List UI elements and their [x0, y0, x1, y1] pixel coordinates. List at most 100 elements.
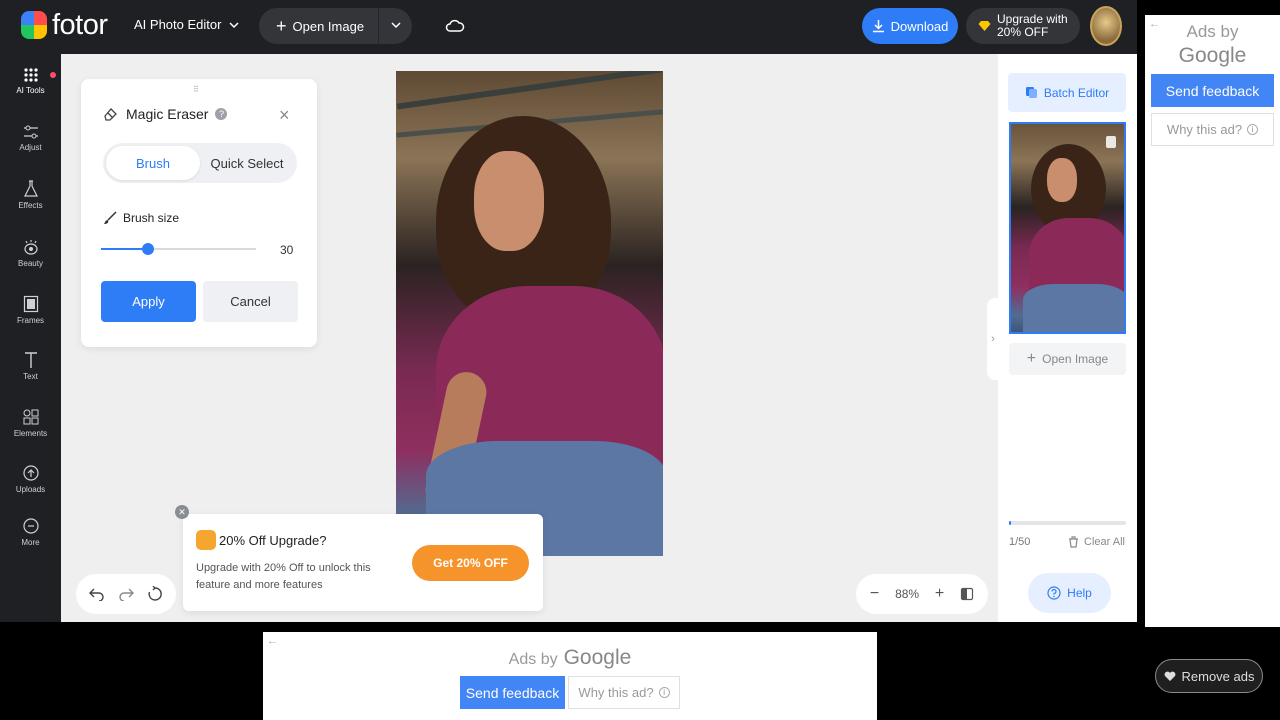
sidebar-item-more[interactable]: More: [0, 517, 61, 547]
promo-title: 20% Off Upgrade?: [219, 533, 327, 548]
app-menu-dropdown[interactable]: AI Photo Editor: [134, 17, 239, 32]
slider-handle[interactable]: [141, 243, 154, 255]
open-image-button[interactable]: + Open Image: [259, 8, 379, 44]
open-image-dropdown[interactable]: [379, 21, 412, 32]
question-icon: [1047, 586, 1061, 600]
zoom-level[interactable]: 88%: [895, 587, 919, 601]
fotor-logo[interactable]: fotor: [21, 9, 108, 41]
trash-icon[interactable]: [1106, 136, 1116, 148]
history-controls: [76, 574, 176, 614]
upload-icon: [22, 465, 39, 481]
eraser-icon: [104, 108, 117, 121]
help-button[interactable]: Help: [1028, 573, 1111, 613]
ads-by-label: Ads by: [1186, 22, 1239, 41]
why-this-ad-button[interactable]: Why this ad? i: [1151, 113, 1274, 146]
image-thumbnail[interactable]: [1009, 122, 1126, 334]
close-icon[interactable]: ×: [279, 106, 295, 124]
remove-ads-button[interactable]: Remove ads: [1155, 659, 1263, 693]
sidebar-item-ai-tools[interactable]: AI Tools: [0, 67, 61, 95]
brush-size-value: 30: [280, 243, 294, 257]
compare-icon[interactable]: [960, 587, 974, 601]
undo-icon[interactable]: [88, 587, 105, 601]
zoom-out-button[interactable]: −: [870, 585, 879, 603]
google-ad-bottom: ← Ads by Google Send feedback Why this a…: [263, 632, 877, 720]
chevron-down-icon: [229, 21, 239, 28]
clear-all-label: Clear All: [1084, 536, 1125, 548]
image-count-progress: [1009, 521, 1126, 525]
help-label: Help: [1067, 586, 1092, 600]
sidebar-item-beauty[interactable]: Beauty: [0, 238, 61, 268]
open-image-group: + Open Image: [259, 8, 412, 44]
reset-icon[interactable]: [147, 586, 163, 602]
crown-icon: [196, 530, 216, 550]
top-bar: fotor AI Photo Editor + Open Image Downl…: [0, 0, 1137, 54]
brush-size-slider[interactable]: [101, 242, 256, 256]
flask-icon: [23, 180, 38, 197]
redo-icon[interactable]: [118, 587, 134, 601]
mode-toggle: Brush Quick Select: [103, 143, 297, 183]
plus-icon: +: [1026, 350, 1037, 367]
shapes-icon: [23, 409, 38, 425]
notification-dot: [50, 72, 56, 78]
panel-title: Magic Eraser: [126, 106, 209, 122]
info-icon: i: [1247, 124, 1259, 135]
get-discount-button[interactable]: Get 20% OFF: [412, 545, 529, 581]
text-icon: [24, 352, 37, 368]
sidebar-item-frames[interactable]: Frames: [0, 295, 61, 325]
diamond-icon: [978, 21, 991, 31]
avatar[interactable]: [1090, 6, 1122, 46]
sidebar-item-uploads[interactable]: Uploads: [0, 464, 61, 494]
eye-icon: [23, 240, 38, 255]
chevron-down-icon: [390, 21, 401, 28]
send-feedback-button[interactable]: Send feedback: [460, 676, 565, 709]
collapse-panel-button[interactable]: ›: [987, 298, 999, 380]
close-icon[interactable]: ✕: [175, 505, 189, 519]
more-icon: [22, 518, 39, 534]
magic-eraser-panel: ⠿ Magic Eraser ? × Brush Quick Select Br…: [81, 79, 317, 347]
image-count: 1/50: [1009, 536, 1031, 548]
open-image-button-right[interactable]: + Open Image: [1009, 343, 1126, 375]
fotor-logo-icon: [21, 11, 47, 39]
panel-header: Magic Eraser ?: [103, 106, 228, 122]
drag-handle-icon[interactable]: ⠿: [193, 85, 207, 94]
logo-text: fotor: [52, 9, 108, 41]
open-image-label: Open Image: [292, 18, 365, 34]
why-this-ad-button[interactable]: Why this ad? i: [568, 676, 680, 709]
sidebar-item-text[interactable]: Text: [0, 351, 61, 381]
photo-canvas-image[interactable]: [396, 71, 663, 556]
layers-icon: [1025, 87, 1037, 98]
zoom-controls: − 88% +: [856, 574, 988, 614]
ads-by-google: Ads by Google: [508, 646, 632, 669]
batch-editor-button[interactable]: Batch Editor: [1008, 73, 1126, 112]
clear-all-button[interactable]: Clear All: [1068, 536, 1125, 548]
help-icon[interactable]: ?: [215, 108, 228, 120]
send-feedback-button[interactable]: Send feedback: [1151, 74, 1274, 107]
brush-size-label: Brush size: [103, 211, 179, 225]
sidebar-item-elements[interactable]: Elements: [0, 408, 61, 438]
app-menu-label: AI Photo Editor: [134, 17, 222, 32]
upgrade-promo-card: 20% Off Upgrade? Upgrade with 20% Off to…: [183, 514, 543, 611]
sliders-icon: [23, 125, 38, 139]
brush-icon: [104, 211, 117, 224]
sidebar-item-effects[interactable]: Effects: [0, 180, 61, 210]
promo-text: Upgrade with 20% Off to unlock this feat…: [196, 562, 371, 591]
upgrade-button[interactable]: Upgrade with 20% OFF: [966, 8, 1080, 44]
left-sidebar: AI Tools Adjust Effects Beauty Frames Te…: [0, 54, 61, 622]
google-label: Google: [1178, 44, 1247, 67]
tab-quick-select[interactable]: Quick Select: [200, 146, 294, 180]
tab-brush[interactable]: Brush: [106, 146, 200, 180]
trash-icon: [1069, 536, 1078, 548]
zoom-in-button[interactable]: +: [935, 585, 944, 603]
sidebar-item-adjust[interactable]: Adjust: [0, 124, 61, 152]
info-icon: i: [658, 687, 670, 698]
cancel-button[interactable]: Cancel: [203, 281, 298, 322]
upgrade-label: Upgrade with 20% OFF: [997, 12, 1068, 39]
download-button[interactable]: Download: [862, 8, 958, 44]
google-ad-right: ← Ads by Google Send feedback Why this a…: [1145, 15, 1280, 627]
heart-icon: [1164, 671, 1175, 681]
frame-icon: [23, 295, 38, 313]
batch-editor-label: Batch Editor: [1043, 85, 1110, 100]
cloud-icon[interactable]: [444, 15, 466, 37]
grid-icon: [23, 68, 38, 82]
apply-button[interactable]: Apply: [101, 281, 196, 322]
